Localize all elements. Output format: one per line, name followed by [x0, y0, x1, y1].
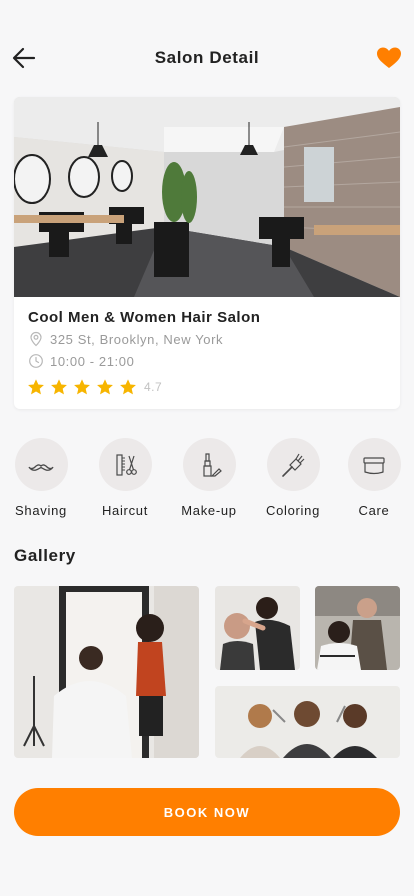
clock-icon — [29, 354, 43, 368]
gallery-image[interactable] — [215, 586, 300, 670]
gallery-image[interactable] — [315, 586, 400, 670]
service-icon-circle — [182, 438, 236, 491]
salon-photo — [14, 97, 400, 297]
service-icon-circle — [14, 438, 68, 491]
star-icon — [97, 379, 113, 395]
lipstick-icon — [203, 452, 222, 477]
service-label: Make-up — [181, 503, 237, 518]
rating-value: 4.7 — [144, 380, 163, 394]
hours-row: 10:00 - 21:00 — [28, 353, 134, 369]
service-label: Haircut — [101, 503, 149, 518]
service-label: Shaving — [15, 503, 67, 518]
service-icon-circle — [266, 438, 320, 491]
mustache-icon — [28, 463, 54, 471]
service-label: Care — [358, 503, 390, 518]
service-icon-circle — [347, 438, 401, 491]
service-haircut[interactable]: Haircut — [83, 438, 167, 518]
book-now-button[interactable]: BOOK NOW — [14, 788, 400, 836]
salon-card: Cool Men & Women Hair Salon 325 St, Broo… — [14, 97, 400, 409]
star-icon — [51, 379, 67, 395]
heart-icon[interactable] — [376, 46, 402, 70]
star-icon — [74, 379, 90, 395]
cream-jar-icon — [363, 456, 385, 474]
gallery-image[interactable] — [215, 686, 400, 758]
salon-name: Cool Men & Women Hair Salon — [28, 309, 261, 326]
star-icon — [28, 379, 44, 395]
services-row: Shaving Haircut Make-up Coloring Care — [0, 438, 414, 520]
brush-icon — [282, 453, 305, 477]
gallery-image[interactable] — [14, 586, 199, 758]
salon-hours: 10:00 - 21:00 — [50, 353, 135, 369]
salon-address: 325 St, Brooklyn, New York — [50, 331, 224, 347]
service-icon-circle — [98, 438, 152, 491]
page-title: Salon Detail — [154, 48, 260, 67]
star-icon — [120, 379, 136, 395]
service-coloring[interactable]: Coloring — [251, 438, 335, 518]
service-label: Coloring — [265, 503, 320, 518]
gallery-title: Gallery — [14, 546, 76, 565]
service-care[interactable]: Care — [332, 438, 414, 518]
comb-scissors-icon — [116, 453, 137, 476]
address-row: 325 St, Brooklyn, New York — [28, 331, 223, 347]
service-shaving[interactable]: Shaving — [0, 438, 83, 518]
rating: 4.7 — [27, 378, 162, 396]
header: Salon Detail — [0, 36, 414, 80]
service-make-up[interactable]: Make-up — [167, 438, 251, 518]
location-pin-icon — [30, 331, 42, 347]
